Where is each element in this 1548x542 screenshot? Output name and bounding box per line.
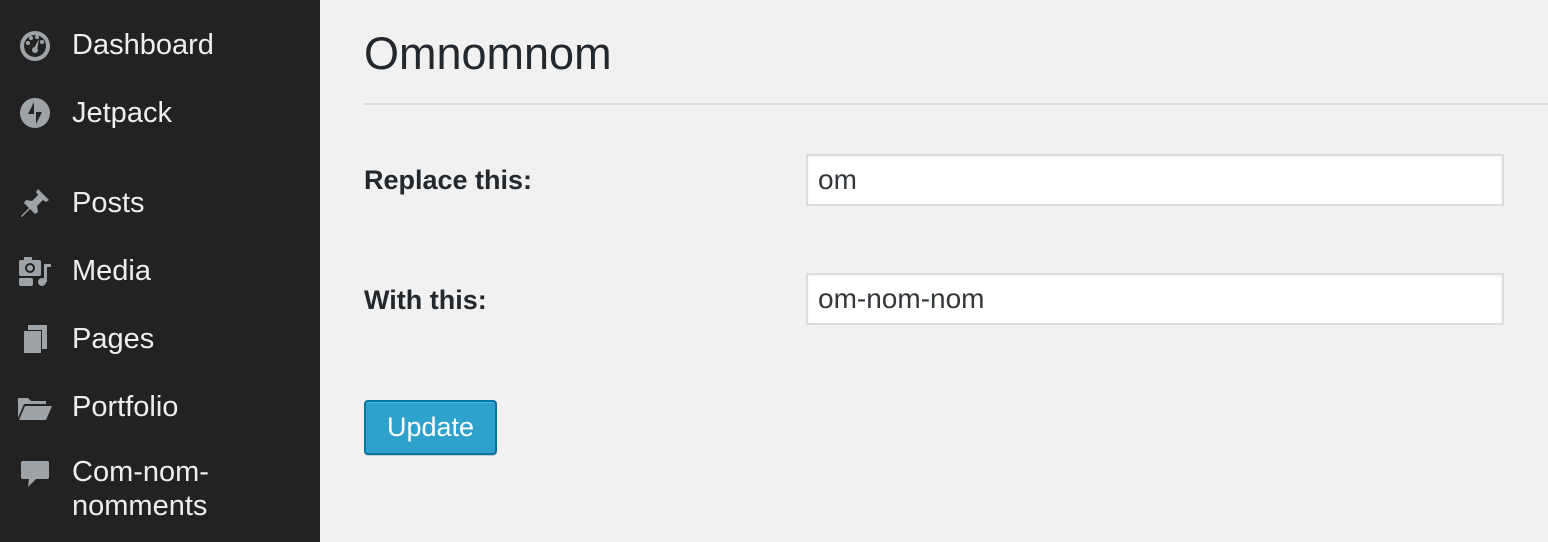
comment-icon <box>16 455 54 493</box>
pages-icon <box>16 320 54 358</box>
jetpack-icon <box>16 94 54 132</box>
update-button[interactable]: Update <box>364 400 497 455</box>
replace-input[interactable] <box>806 154 1504 206</box>
replace-field-label: Replace this: <box>364 165 533 195</box>
media-icon <box>16 252 54 290</box>
sidebar-item-label: Posts <box>72 187 145 219</box>
sidebar-item-label: Portfolio <box>72 391 179 423</box>
sidebar-item-media[interactable]: Media <box>0 241 320 301</box>
pin-icon <box>16 184 54 222</box>
page-title: Omnomnom <box>364 28 612 79</box>
sidebar-item-label: Media <box>72 255 151 287</box>
admin-screen: Dashboard Jetpack Posts Media Pages Port… <box>0 0 1548 542</box>
sidebar-item-dashboard[interactable]: Dashboard <box>0 15 320 75</box>
title-divider <box>364 103 1548 105</box>
main-content: Omnomnom Replace this: With this: Update <box>320 0 1548 542</box>
with-field-label: With this: <box>364 285 487 315</box>
sidebar-item-pages[interactable]: Pages <box>0 309 320 369</box>
sidebar-item-jetpack[interactable]: Jetpack <box>0 83 320 143</box>
dashboard-icon <box>16 26 54 64</box>
admin-sidebar: Dashboard Jetpack Posts Media Pages Port… <box>0 0 320 542</box>
sidebar-item-label: Pages <box>72 323 155 355</box>
sidebar-item-posts[interactable]: Posts <box>0 173 320 233</box>
with-input[interactable] <box>806 273 1504 325</box>
sidebar-item-comments[interactable]: Com-nom-nomments <box>0 455 320 535</box>
sidebar-item-portfolio[interactable]: Portfolio <box>0 377 320 437</box>
sidebar-item-label: Jetpack <box>72 97 172 129</box>
sidebar-item-label: Com-nom-nomments <box>72 456 209 522</box>
folder-icon <box>16 388 54 426</box>
sidebar-item-label: Dashboard <box>72 29 214 61</box>
